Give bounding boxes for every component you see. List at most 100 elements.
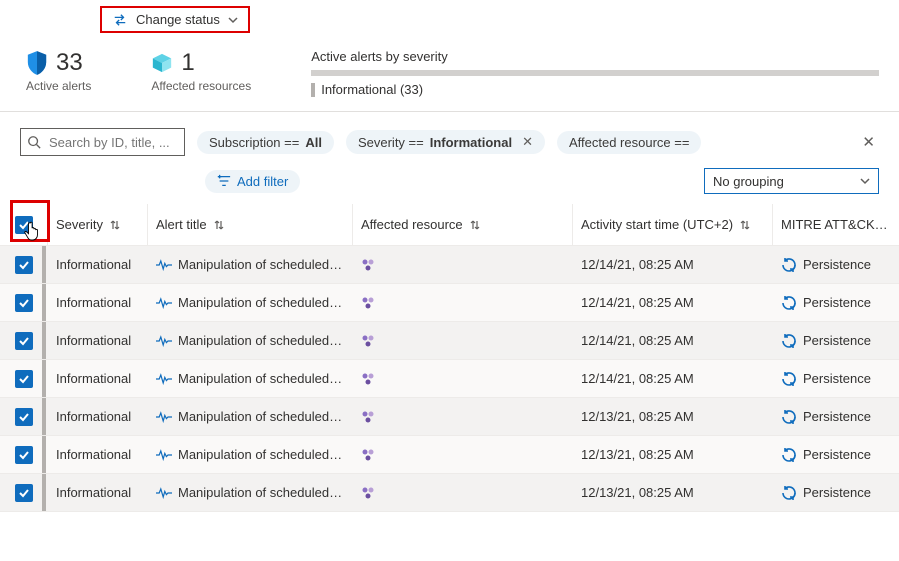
col-header-severity[interactable]: Severity xyxy=(48,204,148,245)
table-row[interactable]: Informational Manipulation of scheduled … xyxy=(0,322,899,360)
add-filter-button[interactable]: Add filter xyxy=(205,170,300,193)
filter-pill-subscription-value: All xyxy=(305,135,322,150)
cell-title: Manipulation of scheduled t... xyxy=(148,333,353,348)
severity-stripe xyxy=(42,360,46,397)
filter-pill-subscription-prefix: Subscription == xyxy=(209,135,299,150)
cell-title: Manipulation of scheduled t... xyxy=(148,371,353,386)
filter-pill-subscription[interactable]: Subscription == All xyxy=(197,131,334,154)
cell-title: Manipulation of scheduled t... xyxy=(148,447,353,462)
cell-title: Manipulation of scheduled t... xyxy=(148,409,353,424)
pulse-icon xyxy=(156,449,172,461)
table-row[interactable]: Informational Manipulation of scheduled … xyxy=(0,246,899,284)
pulse-icon xyxy=(156,335,172,347)
change-status-label: Change status xyxy=(136,12,220,27)
persistence-icon xyxy=(781,409,797,425)
search-input[interactable] xyxy=(47,134,178,151)
filter-icon xyxy=(217,174,231,188)
resource-icon xyxy=(361,448,375,462)
cell-time: 12/13/21, 08:25 AM xyxy=(573,447,773,462)
filter-pill-resource-prefix: Affected resource == xyxy=(569,135,689,150)
col-header-time[interactable]: Activity start time (UTC+2) xyxy=(573,204,773,245)
chevron-down-icon xyxy=(860,176,870,186)
filter-pill-severity-remove[interactable]: ✕ xyxy=(522,134,533,150)
col-header-title[interactable]: Alert title xyxy=(148,204,353,245)
row-checkbox[interactable] xyxy=(15,484,33,502)
cell-severity: Informational xyxy=(48,485,148,500)
cell-resource xyxy=(353,486,573,500)
filter-pill-severity-prefix: Severity == xyxy=(358,135,424,150)
affected-resources-value: 1 xyxy=(181,49,194,77)
active-alerts-value: 33 xyxy=(56,49,83,77)
change-status-button[interactable]: Change status xyxy=(100,6,250,33)
cell-mitre: Persistence xyxy=(773,447,899,463)
cell-title: Manipulation of scheduled t... xyxy=(148,257,353,272)
cell-severity: Informational xyxy=(48,371,148,386)
cell-title: Manipulation of scheduled t... xyxy=(148,295,353,310)
resource-icon xyxy=(361,334,375,348)
select-all-cell[interactable] xyxy=(0,204,48,245)
persistence-icon xyxy=(781,257,797,273)
cell-resource xyxy=(353,372,573,386)
search-input-container[interactable] xyxy=(20,128,185,156)
cell-mitre: Persistence xyxy=(773,295,899,311)
col-header-mitre[interactable]: MITRE ATT&CK® t... xyxy=(773,204,899,245)
cube-icon xyxy=(151,52,173,74)
search-icon xyxy=(27,135,41,149)
metric-affected-resources: 1 Affected resources xyxy=(151,49,251,93)
cell-severity: Informational xyxy=(48,333,148,348)
resource-icon xyxy=(361,372,375,386)
pulse-icon xyxy=(156,373,172,385)
cell-mitre: Persistence xyxy=(773,371,899,387)
cell-mitre: Persistence xyxy=(773,333,899,349)
row-checkbox[interactable] xyxy=(15,370,33,388)
filter-pill-severity[interactable]: Severity == Informational ✕ xyxy=(346,130,545,154)
cell-severity: Informational xyxy=(48,409,148,424)
add-filter-label: Add filter xyxy=(237,174,288,189)
cell-mitre: Persistence xyxy=(773,409,899,425)
persistence-icon xyxy=(781,371,797,387)
grouping-select[interactable]: No grouping xyxy=(704,168,879,194)
col-header-resource[interactable]: Affected resource xyxy=(353,204,573,245)
pulse-icon xyxy=(156,259,172,271)
table-header-row: Severity Alert title Affected resource A… xyxy=(0,204,899,246)
metrics-bar: 33 Active alerts 1 Affected resources Ac… xyxy=(0,39,899,112)
filter-pill-severity-value: Informational xyxy=(430,135,512,150)
severity-swatch-informational xyxy=(311,83,315,97)
cell-time: 12/14/21, 08:25 AM xyxy=(573,371,773,386)
persistence-icon xyxy=(781,447,797,463)
resource-icon xyxy=(361,486,375,500)
grouping-value: No grouping xyxy=(713,174,784,189)
table-row[interactable]: Informational Manipulation of scheduled … xyxy=(0,398,899,436)
metric-active-alerts: 33 Active alerts xyxy=(26,49,91,93)
row-checkbox[interactable] xyxy=(15,256,33,274)
cell-severity: Informational xyxy=(48,257,148,272)
row-checkbox[interactable] xyxy=(15,294,33,312)
persistence-icon xyxy=(781,333,797,349)
cell-severity: Informational xyxy=(48,447,148,462)
row-checkbox[interactable] xyxy=(15,332,33,350)
row-checkbox[interactable] xyxy=(15,446,33,464)
table-row[interactable]: Informational Manipulation of scheduled … xyxy=(0,474,899,512)
severity-legend-informational: Informational (33) xyxy=(321,82,423,97)
alerts-table: Severity Alert title Affected resource A… xyxy=(0,204,899,512)
filter-pill-resource[interactable]: Affected resource == xyxy=(557,131,701,154)
severity-stripe xyxy=(42,474,46,511)
cell-time: 12/13/21, 08:25 AM xyxy=(573,409,773,424)
persistence-icon xyxy=(781,485,797,501)
sort-icon xyxy=(109,219,121,231)
row-checkbox[interactable] xyxy=(15,408,33,426)
affected-resources-label: Affected resources xyxy=(151,79,251,93)
cell-title: Manipulation of scheduled t... xyxy=(148,485,353,500)
cell-time: 12/14/21, 08:25 AM xyxy=(573,333,773,348)
active-alerts-label: Active alerts xyxy=(26,79,91,93)
table-row[interactable]: Informational Manipulation of scheduled … xyxy=(0,360,899,398)
table-row[interactable]: Informational Manipulation of scheduled … xyxy=(0,284,899,322)
table-row[interactable]: Informational Manipulation of scheduled … xyxy=(0,436,899,474)
clear-filters-button[interactable]: ✕ xyxy=(862,133,875,151)
resource-icon xyxy=(361,410,375,424)
sort-icon xyxy=(469,219,481,231)
resource-icon xyxy=(361,296,375,310)
select-all-checkbox[interactable] xyxy=(15,216,33,234)
severity-bar xyxy=(311,70,879,76)
pulse-icon xyxy=(156,487,172,499)
